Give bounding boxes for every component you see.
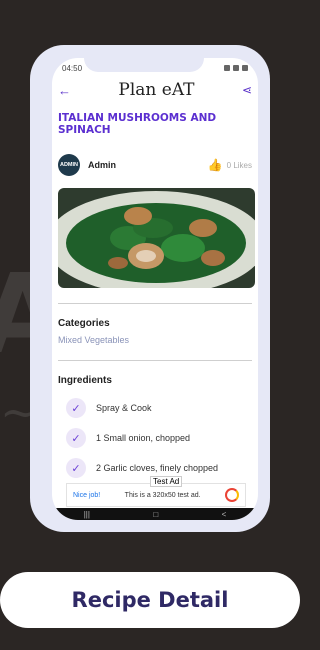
ingredient-item[interactable]: ✓ Spray & Cook xyxy=(58,398,252,418)
categories-heading: Categories xyxy=(58,318,110,329)
recipe-image xyxy=(58,188,255,288)
wifi-icon xyxy=(224,65,230,71)
recipe-title: ITALIAN MUSHROOMS AND SPINACH xyxy=(58,112,217,136)
author-info[interactable]: ADMIN Admin xyxy=(58,154,116,176)
back-icon[interactable]: < xyxy=(222,510,227,519)
system-nav-bar: ||| □ < xyxy=(52,508,258,520)
camera-notch xyxy=(84,58,204,72)
category-value: Mixed Vegetables xyxy=(58,335,130,345)
status-time: 04:50 xyxy=(62,63,83,73)
phone-screen: 04:50 ← Plan eAT ⋖ ITALIAN MUSHROOMS AND… xyxy=(52,58,258,520)
ingredients-heading: Ingredients xyxy=(58,375,112,386)
thumbs-up-icon: 👍 xyxy=(207,158,223,172)
divider xyxy=(58,303,252,304)
ad-logo-icon xyxy=(225,488,239,502)
recents-icon[interactable]: ||| xyxy=(84,510,90,519)
app-logo: Plan eAT xyxy=(118,80,195,100)
author-row: ADMIN Admin 👍 0 Likes xyxy=(58,154,252,176)
caption-text: Recipe Detail xyxy=(71,588,229,612)
avatar: ADMIN xyxy=(58,154,80,176)
check-icon: ✓ xyxy=(66,398,86,418)
app-bar: ← Plan eAT ⋖ xyxy=(52,78,258,102)
ad-banner[interactable]: Test Ad Nice job! This is a 320x50 test … xyxy=(66,476,246,507)
author-name: Admin xyxy=(88,160,116,170)
recipe-content: ITALIAN MUSHROOMS AND SPINACH ADMIN Admi… xyxy=(52,112,258,478)
recipe-photo xyxy=(58,188,255,288)
battery-icon xyxy=(242,65,248,71)
status-icons xyxy=(224,65,248,71)
share-icon[interactable]: ⋖ xyxy=(242,83,252,97)
home-icon[interactable]: □ xyxy=(153,510,158,519)
likes-count: 0 Likes xyxy=(226,160,252,170)
ad-tag: Test Ad xyxy=(150,476,183,487)
ingredient-text: 1 Small onion, chopped xyxy=(96,433,191,443)
signal-icon xyxy=(233,65,239,71)
ingredient-text: Spray & Cook xyxy=(96,403,152,413)
caption-pill: Recipe Detail xyxy=(0,572,300,628)
divider xyxy=(58,360,252,361)
ingredient-text: 2 Garlic cloves, finely chopped xyxy=(96,463,219,473)
ingredient-item[interactable]: ✓ 1 Small onion, chopped xyxy=(58,428,252,448)
ad-nice-text: Nice job! xyxy=(73,491,101,499)
check-icon: ✓ xyxy=(66,428,86,448)
check-icon: ✓ xyxy=(66,458,86,478)
back-arrow-icon[interactable]: ← xyxy=(58,83,71,98)
ad-text: This is a 320x50 test ad. xyxy=(124,491,201,499)
ingredient-item[interactable]: ✓ 2 Garlic cloves, finely chopped xyxy=(58,458,252,478)
like-button[interactable]: 👍 0 Likes xyxy=(208,158,252,172)
